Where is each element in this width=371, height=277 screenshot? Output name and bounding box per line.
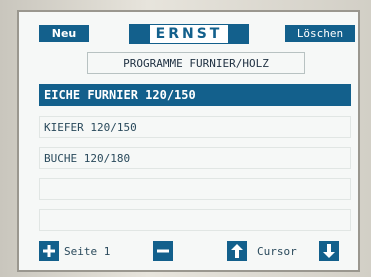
list-item[interactable] [39, 178, 351, 200]
page-indicator: Seite 1 [64, 245, 111, 258]
delete-button[interactable]: Löschen [285, 25, 355, 42]
cursor-up-button[interactable] [227, 241, 247, 261]
brand-logo: ERNST [129, 24, 249, 44]
page-title: PROGRAMME FURNIER/HOLZ [87, 52, 305, 74]
cursor-label: Cursor [257, 245, 297, 258]
cursor-down-button[interactable] [319, 241, 339, 261]
page-next-button[interactable] [39, 241, 59, 261]
list-item[interactable]: EICHE FURNIER 120/150 [39, 84, 351, 106]
list-item[interactable]: BUCHE 120/180 [39, 147, 351, 169]
brand-logo-text: ERNST [149, 25, 229, 43]
arrow-up-icon [231, 244, 243, 258]
page-prev-button[interactable] [153, 241, 173, 261]
touch-screen: Neu ERNST Löschen PROGRAMME FURNIER/HOLZ… [17, 10, 360, 272]
footer-bar: Seite 1 Cursor [19, 239, 358, 263]
plus-icon [43, 245, 55, 257]
minus-icon [157, 249, 169, 253]
new-button[interactable]: Neu [39, 25, 89, 42]
arrow-down-icon [323, 244, 335, 258]
list-item[interactable]: KIEFER 120/150 [39, 116, 351, 138]
list-item[interactable] [39, 209, 351, 231]
